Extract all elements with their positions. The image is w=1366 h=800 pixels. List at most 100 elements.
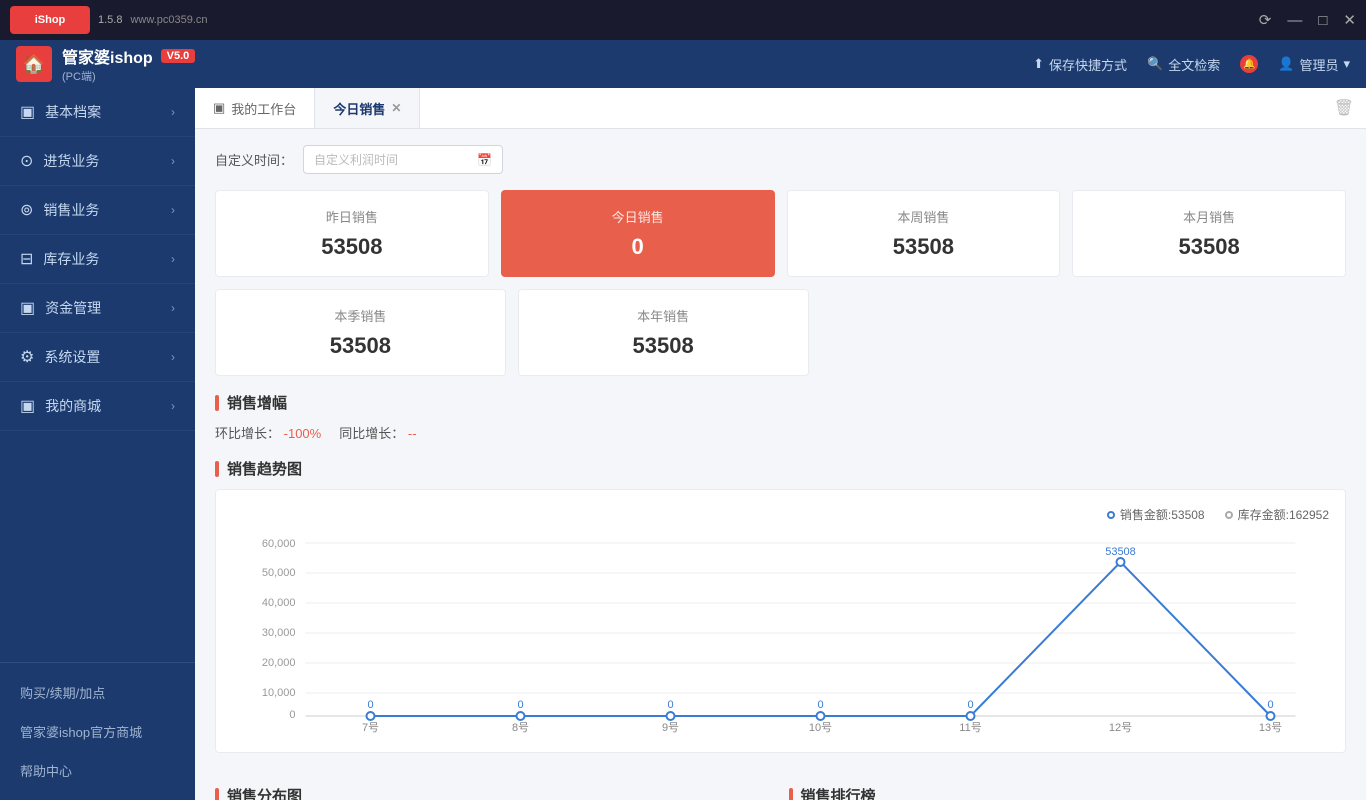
brand-subtitle: (PC端) — [62, 68, 195, 84]
minimize-button[interactable]: — — [1287, 12, 1302, 29]
stats-row-1: 昨日销售 53508 今日销售 0 本周销售 53508 本月销售 53508 — [215, 190, 1346, 277]
sidebar-footer-official[interactable]: 管家婆ishop官方商城 — [0, 712, 195, 751]
distribution-section: 销售分布图 — [215, 769, 773, 800]
sidebar-item-settings[interactable]: ⚙ 系统设置 › — [0, 333, 195, 382]
content-area: 自定义时间： 自定义利润时间 📅 昨日销售 53508 今日销售 0 本周销售 — [195, 129, 1366, 800]
brand: 🏠 管家婆ishop V5.0 (PC端) — [16, 44, 195, 84]
svg-text:11号: 11号 — [959, 721, 981, 733]
ranking-section: 销售排行榜 名称 数量↓ 均价 金额↓ — [789, 769, 1347, 800]
sidebar-footer: 购买/续期/加点 管家婆ishop官方商城 帮助中心 — [0, 662, 195, 800]
svg-text:8号: 8号 — [512, 721, 529, 733]
tab-today-sales[interactable]: 今日销售 ✕ — [315, 88, 420, 128]
distribution-title-text: 销售分布图 — [227, 785, 302, 800]
mom-value: -100% — [284, 426, 322, 441]
chart-title-text: 销售趋势图 — [227, 458, 302, 479]
sidebar-item-basic[interactable]: ▣ 基本档案 › — [0, 88, 195, 137]
svg-text:20,000: 20,000 — [262, 657, 296, 669]
sidebar-item-label-import: 进货业务 — [43, 151, 99, 171]
full-search-button[interactable]: 🔍 全文检索 — [1147, 55, 1220, 74]
sidebar-item-sales[interactable]: ⊚ 销售业务 › — [0, 186, 195, 235]
svg-text:12号: 12号 — [1109, 721, 1132, 733]
chevron-right-icon: › — [171, 301, 175, 315]
tabbar: ▣ 我的工作台 今日销售 ✕ 🗑 — [195, 88, 1366, 129]
date-input[interactable]: 自定义利润时间 📅 — [303, 145, 503, 174]
sidebar-item-inventory[interactable]: ⊟ 库存业务 › — [0, 235, 195, 284]
admin-label: 管理员 — [1299, 55, 1338, 74]
stat-quarter: 本季销售 53508 — [215, 289, 506, 376]
chevron-down-icon: ▾ — [1343, 56, 1350, 72]
settings-icon: ⚙ — [20, 347, 34, 367]
stat-quarter-value: 53508 — [232, 333, 489, 359]
svg-text:50,000: 50,000 — [262, 567, 296, 579]
save-shortcut-button[interactable]: ⬆ 保存快捷方式 — [1033, 55, 1127, 74]
save-shortcut-label: 保存快捷方式 — [1049, 55, 1127, 74]
brand-icon: 🏠 — [16, 46, 52, 82]
sidebar-item-import[interactable]: ⊙ 进货业务 › — [0, 137, 195, 186]
stat-month-value: 53508 — [1089, 234, 1329, 260]
sidebar-footer-purchase[interactable]: 购买/续期/加点 — [0, 673, 195, 712]
empty-spacer — [821, 289, 1078, 376]
app-version: 1.5.8 — [98, 14, 122, 26]
sidebar-footer-help[interactable]: 帮助中心 — [0, 751, 195, 790]
legend-dot-sales — [1107, 511, 1115, 519]
full-search-label: 全文检索 — [1168, 55, 1220, 74]
stat-today-value: 0 — [518, 234, 758, 260]
svg-text:0: 0 — [817, 699, 823, 711]
legend-inventory-label: 库存金额:162952 — [1238, 506, 1329, 523]
close-button[interactable]: ✕ — [1343, 11, 1356, 29]
app-logo: iShop — [10, 6, 90, 34]
svg-text:13号: 13号 — [1259, 721, 1282, 733]
stat-year: 本年销售 53508 — [518, 289, 809, 376]
distribution-title: 销售分布图 — [215, 785, 773, 800]
user-button[interactable]: 👤 管理员 ▾ — [1278, 55, 1350, 74]
import-icon: ⊙ — [20, 151, 33, 171]
date-filter: 自定义时间： 自定义利润时间 📅 — [215, 145, 1346, 174]
sidebar-item-finance[interactable]: ▣ 资金管理 › — [0, 284, 195, 333]
chevron-right-icon: › — [171, 203, 175, 217]
date-placeholder: 自定义利润时间 — [314, 151, 398, 168]
stat-yesterday-value: 53508 — [232, 234, 472, 260]
tab-close-icon[interactable]: ✕ — [391, 101, 401, 115]
tab-workbench[interactable]: ▣ 我的工作台 — [195, 88, 315, 128]
svg-text:0: 0 — [667, 699, 673, 711]
section-bar-distribution — [215, 788, 219, 800]
chart-container: 销售金额:53508 库存金额:162952 60,000 50,000 40,… — [215, 489, 1346, 753]
sidebar-item-shop[interactable]: ▣ 我的商城 › — [0, 382, 195, 431]
stat-today-label: 今日销售 — [518, 207, 758, 226]
basic-icon: ▣ — [20, 102, 35, 122]
sales-chart: 60,000 50,000 40,000 30,000 20,000 10,00… — [232, 533, 1329, 733]
stat-month: 本月销售 53508 — [1072, 190, 1346, 277]
legend-inventory: 库存金额:162952 — [1225, 506, 1329, 523]
calendar-icon: 📅 — [477, 153, 492, 167]
stat-yesterday-label: 昨日销售 — [232, 207, 472, 226]
topbar-actions: ⬆ 保存快捷方式 🔍 全文检索 🔔 👤 管理员 ▾ — [1033, 55, 1350, 74]
inventory-icon: ⊟ — [20, 249, 33, 269]
refresh-button[interactable]: ⟳ — [1259, 11, 1272, 29]
notification-button[interactable]: 🔔 — [1240, 55, 1258, 73]
titlebar: iShop 1.5.8 www.pc0359.cn ⟳ — □ ✕ — [0, 0, 1366, 40]
svg-text:7号: 7号 — [362, 721, 379, 733]
stat-quarter-label: 本季销售 — [232, 306, 489, 325]
titlebar-left: iShop 1.5.8 www.pc0359.cn — [10, 6, 208, 34]
svg-text:0: 0 — [967, 699, 973, 711]
workbench-icon: ▣ — [213, 100, 225, 116]
sales-icon: ⊚ — [20, 200, 33, 220]
sidebar-item-label-inventory: 库存业务 — [43, 249, 99, 269]
ranking-title: 销售排行榜 — [789, 785, 1347, 800]
chevron-right-icon: › — [171, 105, 175, 119]
stat-week: 本周销售 53508 — [787, 190, 1061, 277]
svg-text:0: 0 — [289, 709, 295, 721]
legend-sales: 销售金额:53508 — [1107, 506, 1205, 523]
maximize-button[interactable]: □ — [1318, 12, 1327, 29]
svg-text:0: 0 — [367, 699, 373, 711]
yoy-label: 同比增长： — [339, 426, 404, 441]
topbar: 🏠 管家婆ishop V5.0 (PC端) ⬆ 保存快捷方式 🔍 全文检索 🔔 … — [0, 40, 1366, 88]
delete-tab-icon[interactable]: 🗑 — [1334, 98, 1354, 118]
sidebar-menu: ▣ 基本档案 › ⊙ 进货业务 › ⊚ 销售业务 › — [0, 88, 195, 662]
brand-name: 管家婆ishop — [62, 44, 153, 68]
legend-sales-label: 销售金额:53508 — [1120, 506, 1205, 523]
chart-legend: 销售金额:53508 库存金额:162952 — [232, 506, 1329, 523]
stat-yesterday: 昨日销售 53508 — [215, 190, 489, 277]
shop-icon: ▣ — [20, 396, 35, 416]
date-filter-label: 自定义时间： — [215, 150, 293, 169]
